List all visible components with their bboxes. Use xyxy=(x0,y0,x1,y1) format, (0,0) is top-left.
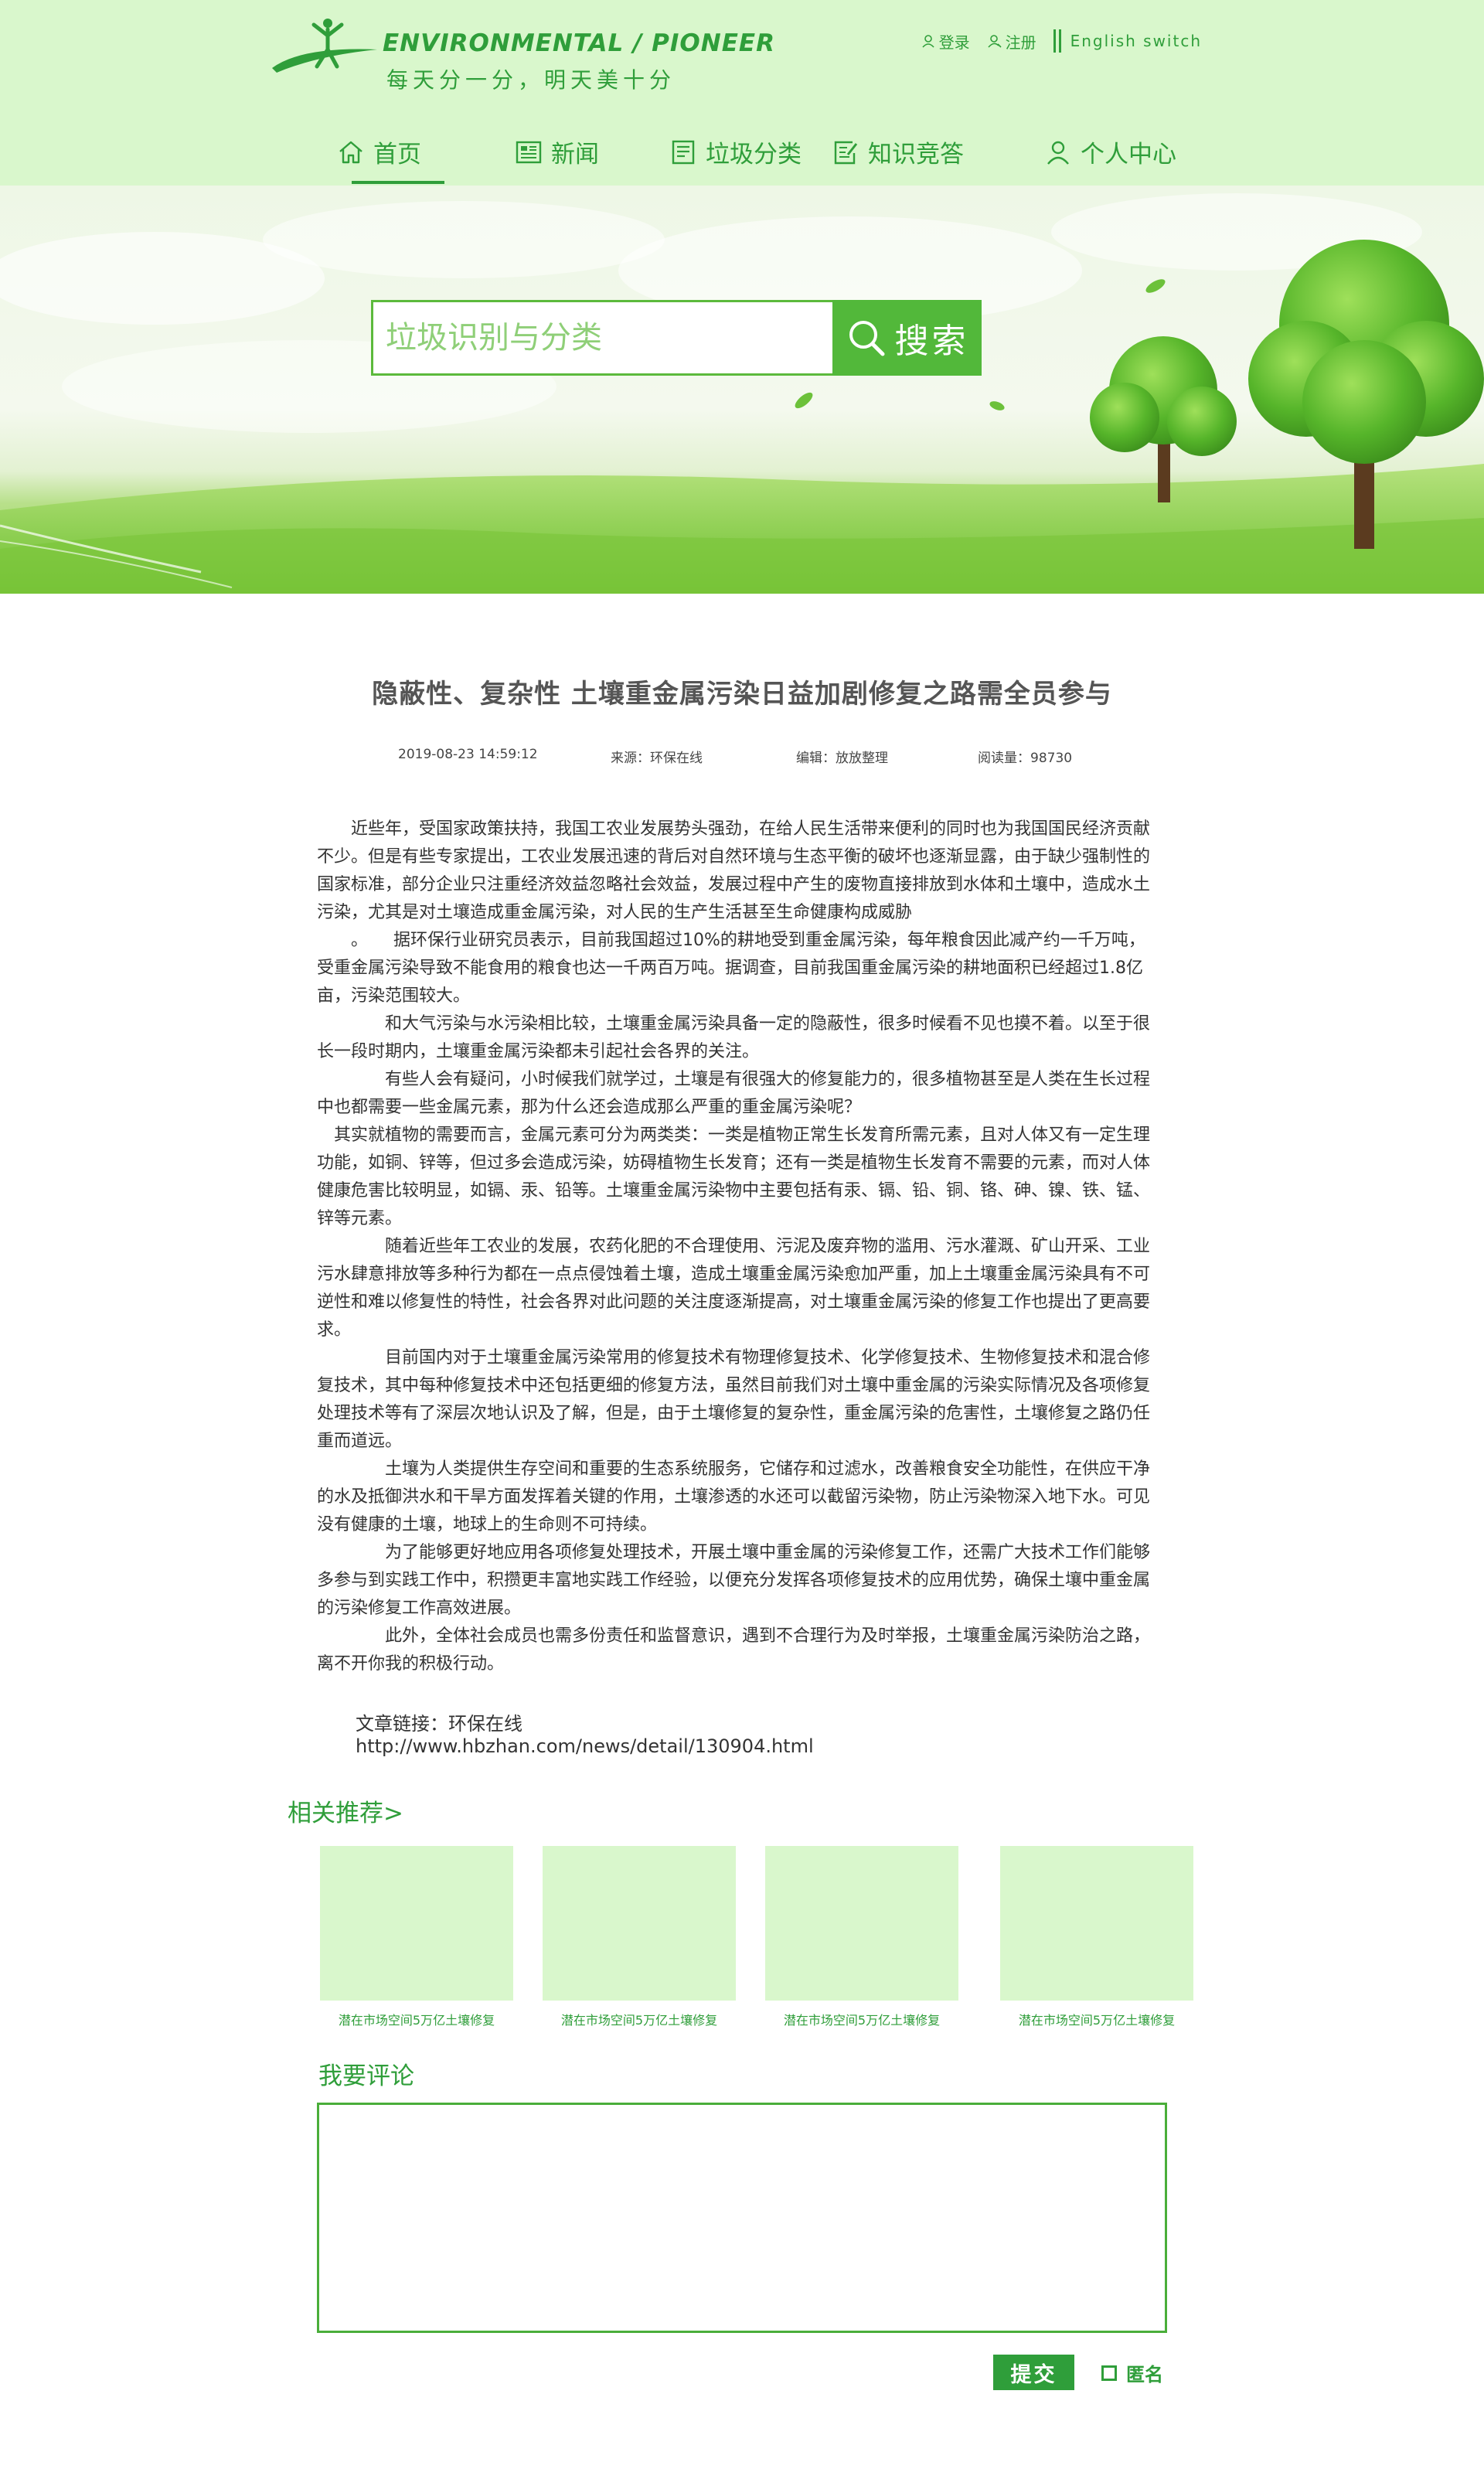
article-paragraph: 随着近些年工农业的发展，农药化肥的不合理使用、污泥及废弃物的滥用、污水灌溉、矿山… xyxy=(317,1237,1151,1340)
nav-label-personal: 个人中心 xyxy=(1081,141,1176,169)
nav-item-personal[interactable]: 个人中心 xyxy=(1043,135,1176,169)
landscape-illustration xyxy=(0,193,1484,594)
comment-textarea[interactable] xyxy=(317,2103,1167,2333)
search-input[interactable] xyxy=(373,302,832,373)
article-source: 来源：环保在线 xyxy=(611,751,703,766)
article-paragraph: 近些年，受国家政策扶持，我国工农业发展势头强劲，在给人民生活带来便利的同时也为我… xyxy=(317,819,1151,922)
article-paragraph: 和大气污染与水污染相比较，土壤重金属污染具备一定的隐蔽性，很多时候看不见也摸不着… xyxy=(317,1014,1151,1061)
article-link-label: 文章链接：环保在线 xyxy=(356,1713,522,1735)
related-thumbnail xyxy=(1000,1846,1193,2001)
article-link-url[interactable]: http://www.hbzhan.com/news/detail/130904… xyxy=(356,1735,814,1757)
nav-item-news[interactable]: 新闻 xyxy=(514,135,599,169)
related-thumbnail xyxy=(543,1846,736,2001)
related-card[interactable]: 潜在市场空间5万亿土壤修复 xyxy=(543,1846,736,2028)
user-icon xyxy=(921,35,934,48)
english-switch-label: English switch xyxy=(1070,32,1202,50)
brand-slogan: 每天分一分，明天美十分 xyxy=(386,67,676,93)
main-nav: 首页 新闻 垃圾分类 知识竞答 个人中心 xyxy=(325,131,1190,186)
article-date: 2019-08-23 14:59:12 xyxy=(398,747,538,762)
user-icon xyxy=(1047,141,1069,165)
home-icon xyxy=(339,141,362,163)
top-links: 登录 注册 English switch xyxy=(921,29,1202,53)
article-body: 近些年，受国家政策扶持，我国工农业发展势头强劲，在给人民生活带来便利的同时也为我… xyxy=(317,816,1156,1678)
related-caption: 潜在市场空间5万亿土壤修复 xyxy=(560,2013,718,2028)
anonymous-label: 匿名 xyxy=(1126,2364,1163,2386)
related-caption: 潜在市场空间5万亿土壤修复 xyxy=(338,2013,495,2028)
article-paragraph: 。 据环保行业研究员表示，目前我国超过10%的耕地受到重金属污染，每年粮食因此减… xyxy=(317,931,1145,1006)
article-reads: 阅读量：98730 xyxy=(978,751,1073,766)
article-paragraph: 其实就植物的需要而言，金属元素可分为两类类：一类是植物正常生长发育所需元素，且对… xyxy=(317,1126,1151,1228)
search-button-label: 搜索 xyxy=(894,322,969,361)
anonymous-checkbox[interactable]: 匿名 xyxy=(1101,2359,1163,2386)
comment-title: 我要评论 xyxy=(318,2062,414,2090)
site-logo[interactable]: ENVIRONMENTAL / PIONEER 每天分一分，明天美十分 xyxy=(271,15,774,93)
login-link[interactable]: 登录 xyxy=(921,30,970,53)
submit-button[interactable]: 提交 xyxy=(993,2355,1074,2390)
article-paragraph: 此外，全体社会成员也需多份责任和监督意识，遇到不合理行为及时举报，土壤重金属污染… xyxy=(317,1626,1151,1674)
newspaper-icon xyxy=(516,141,542,163)
related-caption: 潜在市场空间5万亿土壤修复 xyxy=(783,2013,941,2028)
nav-label-home: 首页 xyxy=(373,141,421,169)
related-caption: 潜在市场空间5万亿土壤修复 xyxy=(1018,2013,1176,2028)
leaf-figure-logo-icon xyxy=(272,19,377,73)
article-paragraph: 土壤为人类提供生存空间和重要的生态系统服务，它储存和过滤水，改善粮食安全功能性，… xyxy=(317,1459,1151,1534)
related-thumbnail xyxy=(765,1846,958,2001)
separator xyxy=(1053,29,1061,53)
nav-label-quiz: 知识竞答 xyxy=(868,141,964,169)
nav-item-garbage[interactable]: 垃圾分类 xyxy=(669,135,802,169)
related-card[interactable]: 潜在市场空间5万亿土壤修复 xyxy=(320,1846,513,2028)
register-label: 注册 xyxy=(1005,32,1036,52)
nav-label-garbage: 垃圾分类 xyxy=(706,141,802,169)
checkbox-icon xyxy=(1101,2365,1117,2381)
related-thumbnail xyxy=(320,1846,513,2001)
article-paragraph: 目前国内对于土壤重金属污染常用的修复技术有物理修复技术、化学修复技术、生物修复技… xyxy=(317,1348,1151,1451)
register-link[interactable]: 注册 xyxy=(987,30,1036,53)
article-paragraph: 为了能够更好地应用各项修复处理技术，开展土壤中重金属的污染修复工作，还需广大技术… xyxy=(317,1543,1151,1618)
search-icon xyxy=(849,321,884,356)
header: ENVIRONMENTAL / PIONEER 每天分一分，明天美十分 登录 注… xyxy=(0,0,1484,186)
banner: 搜索 xyxy=(0,186,1484,594)
search-button[interactable]: 搜索 xyxy=(832,300,982,376)
english-switch-link[interactable]: English switch xyxy=(1053,29,1202,53)
article-title: 隐蔽性、复杂性 土壤重金属污染日益加剧修复之路需全员参与 xyxy=(372,679,1112,710)
edit-icon xyxy=(834,141,858,164)
nav-item-home[interactable]: 首页 xyxy=(336,135,421,169)
article-editor: 编辑：放放整理 xyxy=(796,751,888,766)
related-title[interactable]: 相关推荐> xyxy=(288,1793,403,1828)
login-label: 登录 xyxy=(938,32,970,52)
nav-item-quiz[interactable]: 知识竞答 xyxy=(831,135,964,169)
related-card[interactable]: 潜在市场空间5万亿土壤修复 xyxy=(765,1846,958,2028)
nav-label-news: 新闻 xyxy=(551,141,599,169)
article-paragraph: 有些人会有疑问，小时候我们就学过，土壤是有很强大的修复能力的，很多植物甚至是人类… xyxy=(317,1070,1151,1117)
related-card[interactable]: 潜在市场空间5万亿土壤修复 xyxy=(1000,1846,1193,2028)
nav-active-indicator xyxy=(352,181,444,184)
list-icon xyxy=(672,140,695,164)
register-user-icon xyxy=(987,35,1002,48)
search-bar: 搜索 xyxy=(371,300,982,376)
brand-name: ENVIRONMENTAL / PIONEER xyxy=(383,29,775,57)
